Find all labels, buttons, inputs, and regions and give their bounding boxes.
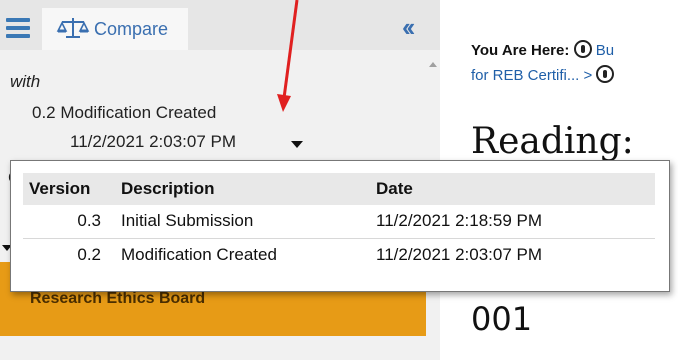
caret-down-icon[interactable] bbox=[291, 141, 303, 148]
page: Compare ‹‹ with 0.2 Modification Created… bbox=[0, 0, 678, 360]
selected-version-name: 0.2 Modification Created bbox=[32, 103, 217, 122]
hamburger-icon[interactable] bbox=[6, 18, 30, 38]
breadcrumb-line-2: for REB Certifi... > bbox=[471, 65, 615, 84]
page-title: Reading: bbox=[471, 121, 634, 162]
page-number-fragment: 001 bbox=[471, 300, 533, 338]
breadcrumb-link-2[interactable]: for REB Certifi... > bbox=[471, 67, 592, 84]
version-number: 0.3 bbox=[77, 211, 101, 231]
accessibility-icon bbox=[596, 65, 615, 83]
accessibility-icon bbox=[573, 40, 592, 58]
tab-compare[interactable]: Compare bbox=[42, 8, 188, 50]
with-label: with bbox=[10, 72, 41, 91]
column-header-version: Version bbox=[29, 179, 91, 198]
breadcrumb-prefix: You Are Here: bbox=[471, 42, 570, 59]
left-panel-toolbar: Compare ‹‹ bbox=[0, 0, 440, 50]
version-row[interactable]: 0.3 Initial Submission 11/2/2021 2:18:59… bbox=[23, 205, 655, 238]
scale-balance-icon bbox=[56, 18, 90, 38]
breadcrumb-link[interactable]: Bu bbox=[596, 42, 614, 59]
version-number: 0.2 bbox=[77, 244, 101, 264]
column-header-date: Date bbox=[376, 179, 413, 198]
breadcrumb: You Are Here: Bu bbox=[471, 40, 614, 59]
version-table: Version Description Date 0.3 Initial Sub… bbox=[23, 173, 655, 271]
version-dropdown-popup: Version Description Date 0.3 Initial Sub… bbox=[10, 160, 670, 292]
version-date: 11/2/2021 2:18:59 PM bbox=[376, 211, 543, 231]
version-row[interactable]: 0.2 Modification Created 11/2/2021 2:03:… bbox=[23, 238, 655, 271]
section-title: Research Ethics Board bbox=[30, 290, 206, 307]
version-description: Initial Submission bbox=[121, 211, 254, 231]
version-table-header: Version Description Date bbox=[23, 173, 655, 205]
column-header-description: Description bbox=[121, 179, 215, 198]
tab-compare-label: Compare bbox=[94, 19, 169, 39]
version-date: 11/2/2021 2:03:07 PM bbox=[376, 244, 543, 264]
selected-version-date[interactable]: 11/2/2021 2:03:07 PM bbox=[70, 132, 236, 152]
scroll-up-arrow-icon[interactable] bbox=[429, 62, 437, 67]
version-description: Modification Created bbox=[121, 244, 277, 264]
double-chevron-left-icon[interactable]: ‹‹ bbox=[402, 12, 415, 43]
